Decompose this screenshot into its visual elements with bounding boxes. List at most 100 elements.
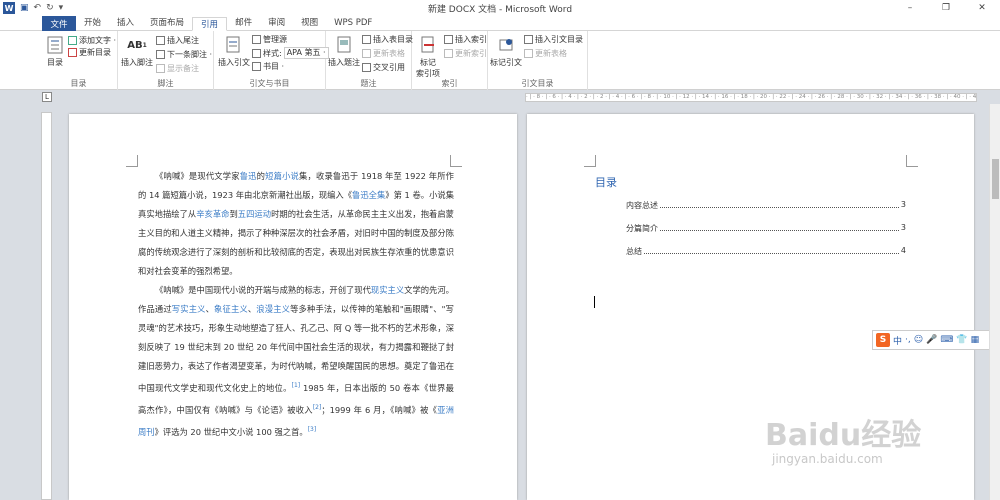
restore-button[interactable]: ❐ <box>928 0 964 16</box>
mark-citation-button[interactable]: 标记引文 <box>490 35 522 68</box>
toc-heading: 目录 <box>595 176 617 189</box>
insert-footnote-button[interactable]: AB 1 插入脚注 <box>120 35 154 68</box>
minimize-button[interactable]: – <box>892 0 928 16</box>
insert-citation-label: 插入引文 <box>218 58 250 67</box>
text-run: 时期的社会生活，从革命民主主义出发，抱着启蒙主义目的和人道主义精神，揭示了种种深… <box>138 209 454 276</box>
emoji-icon[interactable]: ☺ <box>914 335 923 345</box>
hyperlink[interactable]: 鲁迅 <box>240 171 257 181</box>
add-text-label: 添加文字 · <box>79 36 117 45</box>
save-icon[interactable]: ▣ <box>20 3 29 13</box>
vertical-scrollbar[interactable] <box>989 104 1000 500</box>
cross-reference-label: 交叉引用 <box>373 63 405 72</box>
ime-language-toggle[interactable]: 中 <box>893 334 902 347</box>
document-body[interactable]: 《呐喊》是现代文学家鲁迅的短篇小说集，收录鲁迅于 1918 年至 1922 年所… <box>138 167 454 441</box>
citation-icon <box>225 35 243 55</box>
next-footnote-label: 下一条脚注 · <box>167 50 213 59</box>
hyperlink[interactable]: 写实主义 <box>172 304 206 314</box>
tab-file[interactable]: 文件 <box>42 16 76 31</box>
voice-icon[interactable]: 🎤 <box>926 335 937 345</box>
toc-entry-label: 分篇简介 <box>626 224 658 233</box>
toc-entry-page: 3 <box>900 200 906 209</box>
keyboard-icon[interactable]: ⌨ <box>940 335 953 345</box>
insert-index-icon <box>444 35 453 44</box>
update-toc-icon <box>68 48 77 57</box>
corner-mark <box>584 155 596 167</box>
punctuation-icon[interactable]: ·, <box>905 335 911 345</box>
update-figures-table-button[interactable]: 更新表格 <box>362 48 405 59</box>
tab-references[interactable]: 引用 <box>192 17 228 31</box>
tab-home[interactable]: 开始 <box>76 16 109 30</box>
toc-entry-page: 4 <box>900 246 906 255</box>
hyperlink[interactable]: [3] <box>308 426 317 433</box>
ribbon-tabs: 开始 插入 页面布局 引用 邮件 审阅 视图 WPS PDF <box>0 16 1000 31</box>
hyperlink[interactable]: 现实主义 <box>371 285 404 295</box>
hyperlink[interactable]: 浪漫主义 <box>256 304 290 314</box>
next-footnote-button[interactable]: 下一条脚注 · <box>156 49 212 60</box>
toc-label: 目录 <box>47 58 63 67</box>
toc-entry[interactable]: 总结 4 <box>626 246 906 257</box>
group-footnotes: AB 1 插入脚注 插入尾注 下一条脚注 · 显示备注 脚注 <box>118 31 214 90</box>
cross-reference-button[interactable]: 交叉引用 <box>362 62 405 73</box>
sogou-logo-icon[interactable]: S <box>876 333 890 347</box>
hyperlink[interactable]: 象征主义 <box>214 304 248 314</box>
vertical-ruler[interactable] <box>41 112 52 500</box>
tab-wps-pdf[interactable]: WPS PDF <box>326 16 380 30</box>
tab-insert[interactable]: 插入 <box>109 16 142 30</box>
insert-table-of-figures-button[interactable]: 插入表目录 <box>362 34 413 45</box>
update-toa-button[interactable]: 更新表格 <box>524 48 567 59</box>
toolbox-icon[interactable]: ▦ <box>971 335 980 345</box>
bibliography-icon <box>252 62 261 71</box>
hyperlink[interactable]: [1] <box>292 382 301 389</box>
group-toc: 目录 添加文字 · 更新目录 目录 <box>40 31 118 90</box>
insert-caption-button[interactable]: 插入题注 <box>328 35 360 68</box>
update-index-button[interactable]: 更新索引 <box>444 48 487 59</box>
bibliography-button[interactable]: 书目 · <box>252 61 284 72</box>
toc-button[interactable]: 目录 <box>44 35 66 68</box>
close-button[interactable]: ✕ <box>964 0 1000 16</box>
window-title: 新建 DOCX 文档 - Microsoft Word <box>427 5 573 15</box>
corner-mark <box>906 155 918 167</box>
mark-entry-button[interactable]: 标记 索引项 <box>414 35 442 79</box>
tab-view[interactable]: 视图 <box>293 16 326 30</box>
customize-qat-icon[interactable]: ▾ <box>59 3 64 13</box>
tab-mailings[interactable]: 邮件 <box>227 16 260 30</box>
table-of-figures-icon <box>362 35 371 44</box>
tab-selector[interactable]: L <box>42 92 52 102</box>
bibliography-label: 书目 · <box>263 62 285 71</box>
show-notes-label: 显示备注 <box>167 64 199 73</box>
undo-icon[interactable]: ↶ <box>34 3 42 13</box>
horizontal-ruler[interactable]: · | · 8 · | · 6 · | · 4 · | · 2 · | · 2 … <box>525 93 977 102</box>
tab-page-layout[interactable]: 页面布局 <box>142 16 192 30</box>
group-citations-label: 引文与书目 <box>249 79 290 88</box>
insert-endnote-button[interactable]: 插入尾注 <box>156 35 199 46</box>
paragraph-1: 《呐喊》是现代文学家鲁迅的短篇小说集，收录鲁迅于 1918 年至 1922 年所… <box>138 167 454 281</box>
scrollbar-thumb[interactable] <box>992 159 999 199</box>
insert-toa-button[interactable]: 插入引文目录 <box>524 34 583 45</box>
insert-index-button[interactable]: 插入索引 <box>444 34 487 45</box>
text-run: 、 <box>205 304 215 314</box>
citation-style-dropdown[interactable]: APA 第五 · <box>283 47 329 59</box>
mark-citation-icon <box>497 35 515 55</box>
insert-citation-button[interactable]: 插入引文 <box>218 35 250 68</box>
hyperlink[interactable]: 鲁迅全集 <box>352 190 385 200</box>
hyperlink[interactable]: 五四运动 <box>238 209 271 219</box>
toc-entry[interactable]: 内容总述 3 <box>626 200 906 211</box>
hyperlink[interactable]: 短篇小说 <box>265 171 299 181</box>
skin-icon[interactable]: 👕 <box>956 335 967 345</box>
toc-entry[interactable]: 分篇简介 3 <box>626 223 906 234</box>
ime-toolbar[interactable]: S 中 ·, ☺ 🎤 ⌨ 👕 ▦ <box>872 330 1000 350</box>
update-toc-label: 更新目录 <box>79 48 111 57</box>
group-authorities-label: 引文目录 <box>521 79 554 88</box>
tab-review[interactable]: 审阅 <box>260 16 293 30</box>
show-notes-button[interactable]: 显示备注 <box>156 63 199 74</box>
tab-selector-label: L <box>45 93 49 101</box>
add-text-icon <box>68 36 77 45</box>
add-text-button[interactable]: 添加文字 · <box>68 35 116 46</box>
redo-icon[interactable]: ↻ <box>46 3 54 13</box>
update-toc-button[interactable]: 更新目录 <box>68 47 111 58</box>
manage-sources-button[interactable]: 管理源 <box>252 34 287 45</box>
hyperlink[interactable]: 辛亥革命 <box>196 209 229 219</box>
quick-access-toolbar: W ▣ ↶ ↻ ▾ <box>0 2 63 14</box>
style-label: 样式: <box>263 48 282 58</box>
group-authorities: 标记引文 插入引文目录 更新表格 引文目录 <box>488 31 588 90</box>
